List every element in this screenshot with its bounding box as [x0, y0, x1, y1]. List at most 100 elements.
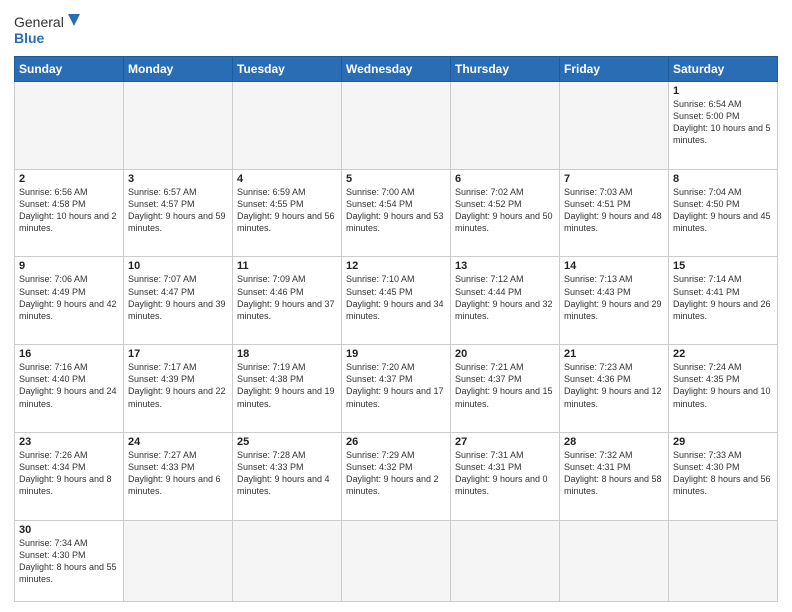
calendar-cell: 11Sunrise: 7:09 AM Sunset: 4:46 PM Dayli… — [233, 257, 342, 345]
day-number: 3 — [128, 173, 228, 185]
svg-text:General: General — [14, 14, 64, 30]
calendar-cell: 6Sunrise: 7:02 AM Sunset: 4:52 PM Daylig… — [451, 169, 560, 257]
day-info: Sunrise: 7:12 AM Sunset: 4:44 PM Dayligh… — [455, 273, 555, 322]
day-number: 9 — [19, 260, 119, 272]
day-number: 5 — [346, 173, 446, 185]
day-info: Sunrise: 7:06 AM Sunset: 4:49 PM Dayligh… — [19, 273, 119, 322]
day-info: Sunrise: 7:09 AM Sunset: 4:46 PM Dayligh… — [237, 273, 337, 322]
day-info: Sunrise: 7:24 AM Sunset: 4:35 PM Dayligh… — [673, 361, 773, 410]
day-info: Sunrise: 7:29 AM Sunset: 4:32 PM Dayligh… — [346, 449, 446, 498]
calendar-cell — [124, 520, 233, 601]
day-number: 30 — [19, 524, 119, 536]
day-number: 24 — [128, 436, 228, 448]
calendar-cell: 23Sunrise: 7:26 AM Sunset: 4:34 PM Dayli… — [15, 432, 124, 520]
day-number: 10 — [128, 260, 228, 272]
calendar-cell: 12Sunrise: 7:10 AM Sunset: 4:45 PM Dayli… — [342, 257, 451, 345]
col-header-sunday: Sunday — [15, 57, 124, 82]
day-info: Sunrise: 7:19 AM Sunset: 4:38 PM Dayligh… — [237, 361, 337, 410]
day-number: 23 — [19, 436, 119, 448]
calendar-cell: 24Sunrise: 7:27 AM Sunset: 4:33 PM Dayli… — [124, 432, 233, 520]
day-info: Sunrise: 7:13 AM Sunset: 4:43 PM Dayligh… — [564, 273, 664, 322]
calendar-cell — [560, 520, 669, 601]
calendar-cell: 1Sunrise: 6:54 AM Sunset: 5:00 PM Daylig… — [669, 82, 778, 170]
calendar-cell: 22Sunrise: 7:24 AM Sunset: 4:35 PM Dayli… — [669, 345, 778, 433]
day-info: Sunrise: 7:32 AM Sunset: 4:31 PM Dayligh… — [564, 449, 664, 498]
calendar-cell: 18Sunrise: 7:19 AM Sunset: 4:38 PM Dayli… — [233, 345, 342, 433]
day-info: Sunrise: 7:00 AM Sunset: 4:54 PM Dayligh… — [346, 186, 446, 235]
day-info: Sunrise: 7:33 AM Sunset: 4:30 PM Dayligh… — [673, 449, 773, 498]
calendar-cell — [233, 82, 342, 170]
calendar-cell: 14Sunrise: 7:13 AM Sunset: 4:43 PM Dayli… — [560, 257, 669, 345]
day-number: 13 — [455, 260, 555, 272]
svg-text:Blue: Blue — [14, 30, 45, 46]
day-info: Sunrise: 7:02 AM Sunset: 4:52 PM Dayligh… — [455, 186, 555, 235]
calendar-cell — [342, 82, 451, 170]
col-header-saturday: Saturday — [669, 57, 778, 82]
calendar-cell: 13Sunrise: 7:12 AM Sunset: 4:44 PM Dayli… — [451, 257, 560, 345]
calendar-cell: 29Sunrise: 7:33 AM Sunset: 4:30 PM Dayli… — [669, 432, 778, 520]
day-number: 15 — [673, 260, 773, 272]
col-header-monday: Monday — [124, 57, 233, 82]
day-info: Sunrise: 7:23 AM Sunset: 4:36 PM Dayligh… — [564, 361, 664, 410]
col-header-friday: Friday — [560, 57, 669, 82]
calendar-cell: 19Sunrise: 7:20 AM Sunset: 4:37 PM Dayli… — [342, 345, 451, 433]
day-number: 19 — [346, 348, 446, 360]
day-info: Sunrise: 7:03 AM Sunset: 4:51 PM Dayligh… — [564, 186, 664, 235]
day-info: Sunrise: 7:10 AM Sunset: 4:45 PM Dayligh… — [346, 273, 446, 322]
calendar-cell: 21Sunrise: 7:23 AM Sunset: 4:36 PM Dayli… — [560, 345, 669, 433]
day-number: 7 — [564, 173, 664, 185]
calendar-cell — [124, 82, 233, 170]
calendar-cell: 5Sunrise: 7:00 AM Sunset: 4:54 PM Daylig… — [342, 169, 451, 257]
calendar-cell: 10Sunrise: 7:07 AM Sunset: 4:47 PM Dayli… — [124, 257, 233, 345]
day-number: 27 — [455, 436, 555, 448]
day-info: Sunrise: 7:34 AM Sunset: 4:30 PM Dayligh… — [19, 537, 119, 586]
day-number: 1 — [673, 85, 773, 97]
calendar-cell: 4Sunrise: 6:59 AM Sunset: 4:55 PM Daylig… — [233, 169, 342, 257]
calendar-cell: 9Sunrise: 7:06 AM Sunset: 4:49 PM Daylig… — [15, 257, 124, 345]
header: General Blue — [14, 10, 778, 50]
logo: General Blue — [14, 10, 82, 50]
calendar-cell: 26Sunrise: 7:29 AM Sunset: 4:32 PM Dayli… — [342, 432, 451, 520]
day-info: Sunrise: 7:26 AM Sunset: 4:34 PM Dayligh… — [19, 449, 119, 498]
calendar-cell: 7Sunrise: 7:03 AM Sunset: 4:51 PM Daylig… — [560, 169, 669, 257]
calendar-cell — [669, 520, 778, 601]
calendar-cell — [451, 520, 560, 601]
calendar-cell — [342, 520, 451, 601]
calendar-cell — [15, 82, 124, 170]
calendar-cell: 30Sunrise: 7:34 AM Sunset: 4:30 PM Dayli… — [15, 520, 124, 601]
calendar-cell: 3Sunrise: 6:57 AM Sunset: 4:57 PM Daylig… — [124, 169, 233, 257]
col-header-thursday: Thursday — [451, 57, 560, 82]
calendar-cell — [233, 520, 342, 601]
day-number: 16 — [19, 348, 119, 360]
calendar-cell: 8Sunrise: 7:04 AM Sunset: 4:50 PM Daylig… — [669, 169, 778, 257]
day-number: 28 — [564, 436, 664, 448]
calendar-page: General Blue SundayMondayTuesdayWednesda… — [0, 0, 792, 612]
calendar-cell: 27Sunrise: 7:31 AM Sunset: 4:31 PM Dayli… — [451, 432, 560, 520]
day-info: Sunrise: 7:27 AM Sunset: 4:33 PM Dayligh… — [128, 449, 228, 498]
day-info: Sunrise: 6:57 AM Sunset: 4:57 PM Dayligh… — [128, 186, 228, 235]
day-number: 22 — [673, 348, 773, 360]
calendar-cell: 25Sunrise: 7:28 AM Sunset: 4:33 PM Dayli… — [233, 432, 342, 520]
day-info: Sunrise: 7:14 AM Sunset: 4:41 PM Dayligh… — [673, 273, 773, 322]
calendar-cell: 16Sunrise: 7:16 AM Sunset: 4:40 PM Dayli… — [15, 345, 124, 433]
day-info: Sunrise: 7:17 AM Sunset: 4:39 PM Dayligh… — [128, 361, 228, 410]
calendar-cell: 20Sunrise: 7:21 AM Sunset: 4:37 PM Dayli… — [451, 345, 560, 433]
day-number: 2 — [19, 173, 119, 185]
calendar-table: SundayMondayTuesdayWednesdayThursdayFrid… — [14, 56, 778, 602]
day-number: 12 — [346, 260, 446, 272]
calendar-cell — [451, 82, 560, 170]
day-number: 20 — [455, 348, 555, 360]
day-info: Sunrise: 7:04 AM Sunset: 4:50 PM Dayligh… — [673, 186, 773, 235]
day-number: 8 — [673, 173, 773, 185]
col-header-wednesday: Wednesday — [342, 57, 451, 82]
day-info: Sunrise: 7:20 AM Sunset: 4:37 PM Dayligh… — [346, 361, 446, 410]
day-number: 6 — [455, 173, 555, 185]
day-number: 11 — [237, 260, 337, 272]
calendar-cell — [560, 82, 669, 170]
day-info: Sunrise: 7:31 AM Sunset: 4:31 PM Dayligh… — [455, 449, 555, 498]
generalblue-logo-icon: General Blue — [14, 10, 82, 50]
day-number: 26 — [346, 436, 446, 448]
day-info: Sunrise: 6:59 AM Sunset: 4:55 PM Dayligh… — [237, 186, 337, 235]
day-number: 14 — [564, 260, 664, 272]
day-number: 21 — [564, 348, 664, 360]
